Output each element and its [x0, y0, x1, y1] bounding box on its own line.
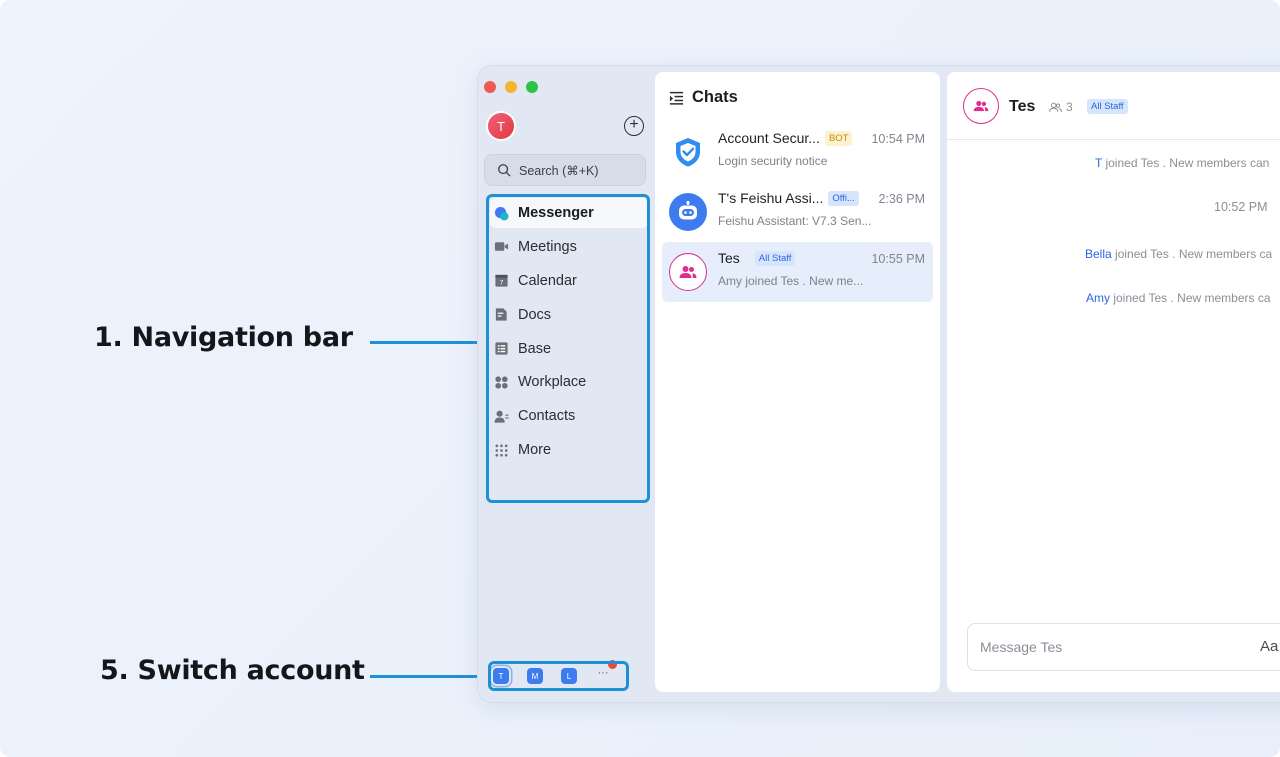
- search-placeholder: Search (⌘+K): [519, 163, 599, 178]
- chat-time: 2:36 PM: [878, 192, 925, 206]
- group-icon: [669, 253, 707, 291]
- member-name-link[interactable]: Amy: [1086, 291, 1110, 305]
- system-message: T joined Tes . New members can: [1095, 156, 1269, 170]
- chat-preview: Login security notice: [718, 154, 828, 168]
- tutorial-canvas: 1. Navigation bar 5. Switch account T + …: [0, 0, 1280, 757]
- plus-circle-icon[interactable]: +: [624, 116, 644, 136]
- user-avatar[interactable]: T: [486, 111, 516, 141]
- conversation-title: Tes: [1009, 98, 1036, 115]
- callout-navigation-label: 1. Navigation bar: [94, 322, 353, 353]
- search-input[interactable]: Search (⌘+K): [484, 154, 646, 186]
- all-staff-badge: All Staff: [754, 250, 796, 266]
- robot-icon: [669, 193, 707, 231]
- all-staff-badge: All Staff: [1087, 99, 1128, 114]
- chat-list-pane: Chats Account Secur... BOT Login securit…: [655, 72, 940, 692]
- callout-switch-account-label: 5. Switch account: [100, 655, 365, 686]
- text-format-icon[interactable]: Aa: [1260, 638, 1278, 655]
- chat-item-account-security[interactable]: Account Secur... BOT Login security noti…: [662, 122, 933, 182]
- callout-navigation-line: [370, 341, 488, 344]
- group-icon[interactable]: [963, 88, 999, 124]
- chat-list-header: Chats: [669, 88, 738, 107]
- shield-icon: [669, 133, 707, 171]
- system-message-text: joined Tes . New members ca: [1111, 247, 1273, 261]
- message-input-placeholder: Message Tes: [980, 639, 1063, 655]
- chat-name: Account Secur... BOT: [718, 130, 853, 146]
- chat-name-text: Tes: [718, 250, 740, 266]
- message-timestamp: 10:52 PM: [1214, 200, 1268, 214]
- navigation-bar-highlight: [486, 194, 650, 503]
- member-count-value: 3: [1066, 100, 1073, 114]
- chat-name: Tes All Staff: [718, 250, 796, 266]
- switch-account-highlight: [488, 661, 629, 691]
- system-message-text: joined Tes . New members can: [1102, 156, 1270, 170]
- chat-list-title: Chats: [692, 88, 738, 106]
- member-name-link[interactable]: Bella: [1085, 247, 1112, 261]
- chat-item-tes[interactable]: Tes All Staff Amy joined Tes . New me...…: [662, 242, 933, 302]
- system-message: Bella joined Tes . New members ca: [1085, 247, 1272, 261]
- message-input[interactable]: Message Tes Aa: [967, 623, 1280, 671]
- chat-preview: Amy joined Tes . New me...: [718, 274, 864, 288]
- chat-item-feishu-assistant[interactable]: T's Feishu Assi... Offi... Feishu Assist…: [662, 182, 933, 242]
- collapse-list-icon[interactable]: [669, 90, 684, 105]
- system-message-text: joined Tes . New members ca: [1110, 291, 1271, 305]
- member-count[interactable]: 3: [1049, 100, 1073, 114]
- chat-time: 10:55 PM: [871, 252, 925, 266]
- chat-time: 10:54 PM: [871, 132, 925, 146]
- official-badge: Offi...: [828, 190, 859, 206]
- members-icon: [1049, 102, 1062, 112]
- conversation-header: Tes 3 All Staff: [947, 72, 1280, 140]
- chat-name: T's Feishu Assi... Offi...: [718, 190, 859, 206]
- search-icon: [498, 164, 511, 177]
- bot-badge: BOT: [824, 130, 853, 146]
- callout-switch-account-line: [370, 675, 490, 678]
- chat-name-text: T's Feishu Assi...: [718, 190, 824, 206]
- chat-name-text: Account Secur...: [718, 130, 820, 146]
- chat-preview: Feishu Assistant: V7.3 Sen...: [718, 214, 872, 228]
- conversation-pane: Tes 3 All Staff T joined Tes . New membe…: [947, 72, 1280, 692]
- system-message: Amy joined Tes . New members ca: [1086, 291, 1271, 305]
